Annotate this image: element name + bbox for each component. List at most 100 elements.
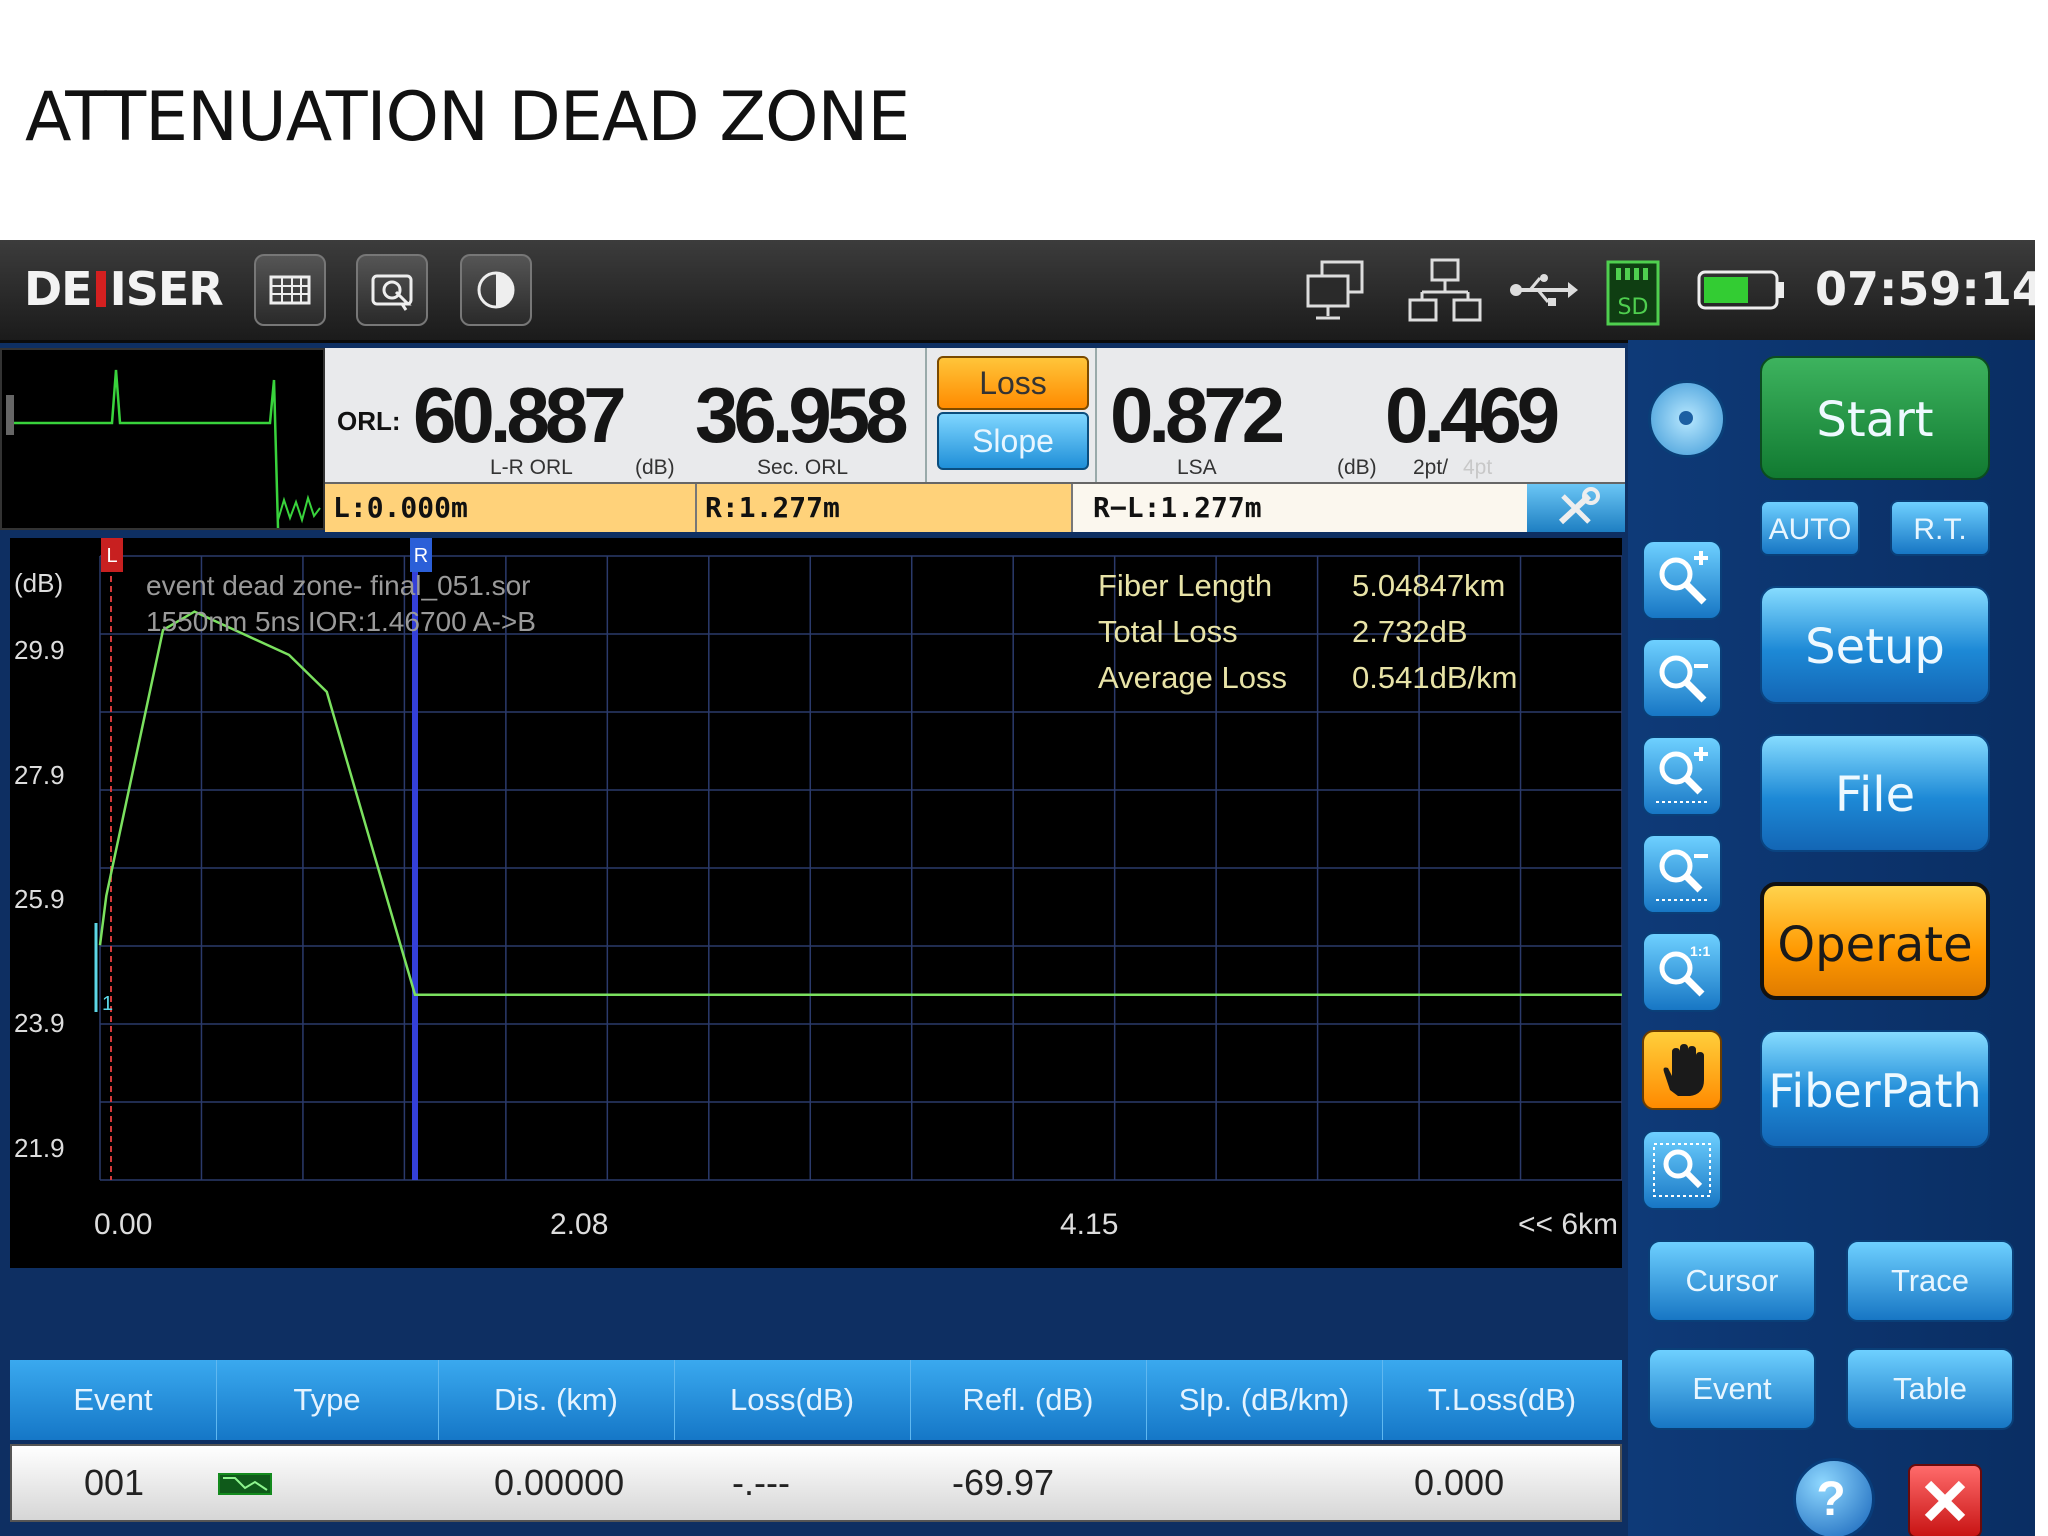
y-tick: 29.9 bbox=[14, 635, 65, 665]
trace-graph[interactable]: L R 1 (dB) 29.9 27.9 25.9 23.9 21.9 0.00… bbox=[10, 538, 1622, 1268]
cursor-l-label: L bbox=[106, 545, 117, 567]
panel-divider bbox=[925, 348, 927, 483]
tools-button[interactable] bbox=[1527, 484, 1625, 532]
info-value-total-loss: 2.732dB bbox=[1352, 614, 1468, 649]
file-button[interactable]: File bbox=[1760, 734, 1990, 852]
event-marker-label: 1 bbox=[102, 993, 113, 1015]
file-name: event dead zone- final_051.sor bbox=[146, 570, 531, 601]
setup-button[interactable]: Setup bbox=[1760, 586, 1990, 704]
zoom-area-button[interactable] bbox=[1642, 1130, 1722, 1210]
contrast-icon bbox=[477, 271, 515, 309]
col-type[interactable]: Type bbox=[216, 1360, 439, 1440]
table-row[interactable]: 001 0.00000 -.--- -69.97 0.000 bbox=[10, 1444, 1622, 1522]
event-table-header: Event Type Dis. (km) Loss(dB) Refl. (dB)… bbox=[10, 1360, 1622, 1440]
lr-orl-value: 60.887 bbox=[413, 371, 627, 459]
overview-trace[interactable] bbox=[0, 348, 325, 530]
info-value-average-loss: 0.541dB/km bbox=[1352, 660, 1518, 695]
unit-right: (dB) bbox=[1337, 456, 1377, 479]
fiberpath-button[interactable]: FiberPath bbox=[1760, 1030, 1990, 1148]
table-button[interactable]: Table bbox=[1846, 1348, 2014, 1430]
x-tick: 2.08 bbox=[550, 1208, 609, 1241]
loss-button[interactable]: Loss bbox=[937, 356, 1089, 410]
close-button[interactable] bbox=[1908, 1464, 1982, 1536]
info-label-fiber-length: Fiber Length bbox=[1098, 568, 1273, 603]
help-icon: ? bbox=[1816, 1473, 1845, 1526]
y-tick: 27.9 bbox=[14, 760, 65, 790]
sec-orl-value: 36.958 bbox=[695, 371, 909, 459]
cell-distance: 0.00000 bbox=[494, 1462, 625, 1503]
cell-refl: -69.97 bbox=[952, 1462, 1055, 1503]
info-label-total-loss: Total Loss bbox=[1098, 614, 1238, 649]
zoom-out-vertical-icon bbox=[1659, 655, 1708, 703]
col-event[interactable]: Event bbox=[10, 1360, 217, 1440]
trace-button[interactable]: Trace bbox=[1846, 1240, 2014, 1322]
cursor-rl-distance: R−L:1.277m bbox=[1073, 484, 1527, 532]
clock: 07:59:14 bbox=[1815, 262, 2035, 316]
right-control-panel: Start AUTO R.T. 1:1 Setup File Operate F… bbox=[1628, 340, 2035, 1536]
brand-logo: DE ISER bbox=[24, 262, 224, 316]
measurement-panel: ORL: 60.887 L-R ORL (dB) 36.958 Sec. ORL… bbox=[325, 348, 1625, 532]
zoom-in-horizontal-button[interactable] bbox=[1642, 736, 1722, 816]
panel-divider-2 bbox=[1095, 348, 1097, 483]
zoom-out-vertical-button[interactable] bbox=[1642, 638, 1722, 718]
screenshot-icon bbox=[371, 274, 413, 311]
zoom-reset-button[interactable]: 1:1 bbox=[1642, 932, 1722, 1012]
close-icon bbox=[1924, 1480, 1966, 1522]
usb-icon bbox=[1510, 274, 1578, 306]
contrast-button[interactable] bbox=[460, 254, 532, 326]
operate-button[interactable]: Operate bbox=[1760, 882, 1990, 1000]
unit-left: (dB) bbox=[635, 456, 675, 479]
x-tick-range[interactable]: << 6km bbox=[1518, 1208, 1618, 1242]
keyboard-button[interactable] bbox=[254, 254, 326, 326]
info-label-average-loss: Average Loss bbox=[1098, 660, 1287, 695]
svg-text:?: ? bbox=[1816, 1473, 1845, 1526]
slope-button[interactable]: Slope bbox=[937, 412, 1089, 470]
cursor-button[interactable]: Cursor bbox=[1648, 1240, 1816, 1322]
disc-icon[interactable] bbox=[1648, 380, 1726, 458]
otdr-screen: DE ISER SD 07:59:14 ORL: 60.887 L-R ORL … bbox=[0, 240, 2035, 1536]
cell-loss: -.--- bbox=[732, 1462, 790, 1503]
help-button[interactable]: ? bbox=[1793, 1458, 1875, 1536]
y-tick: 21.9 bbox=[14, 1133, 65, 1163]
sd-label: SD bbox=[1618, 295, 1649, 320]
zoom-in-vertical-button[interactable] bbox=[1642, 540, 1722, 620]
pt-label-inactive[interactable]: 4pt bbox=[1463, 456, 1492, 480]
auto-button[interactable]: AUTO bbox=[1760, 500, 1860, 556]
zoom-out-horizontal-button[interactable] bbox=[1642, 834, 1722, 914]
x-tick: 0.00 bbox=[94, 1208, 153, 1241]
y-unit-label: (dB) bbox=[14, 568, 64, 598]
start-button[interactable]: Start bbox=[1760, 356, 1990, 480]
x-tick: 4.15 bbox=[1060, 1208, 1119, 1241]
col-slope[interactable]: Slp. (dB/km) bbox=[1146, 1360, 1383, 1440]
info-value-fiber-length: 5.04847km bbox=[1352, 568, 1506, 603]
zoom-area-icon bbox=[1653, 1143, 1711, 1197]
keyboard-icon bbox=[269, 275, 311, 305]
lr-orl-label: L-R ORL bbox=[490, 456, 573, 479]
rt-button[interactable]: R.T. bbox=[1890, 500, 1990, 556]
brand-bar bbox=[95, 271, 106, 307]
screenshot-button[interactable] bbox=[356, 254, 428, 326]
brand-left: DE bbox=[24, 262, 93, 316]
brand-right: ISER bbox=[109, 262, 224, 316]
hand-icon bbox=[1663, 1044, 1704, 1096]
overview-trace-graph bbox=[6, 369, 321, 529]
zoom-in-vertical-icon bbox=[1659, 551, 1708, 605]
network-icon bbox=[1408, 258, 1482, 322]
top-bar: DE ISER SD 07:59:14 bbox=[0, 240, 2035, 343]
col-refl[interactable]: Refl. (dB) bbox=[910, 1360, 1147, 1440]
lsa-label: LSA bbox=[1177, 456, 1217, 479]
pan-button[interactable] bbox=[1642, 1030, 1722, 1110]
cell-event: 001 bbox=[84, 1462, 145, 1503]
col-loss[interactable]: Loss(dB) bbox=[674, 1360, 911, 1440]
remote-desktop-icon bbox=[1306, 260, 1364, 320]
cell-total-loss: 0.000 bbox=[1414, 1462, 1505, 1503]
sec-orl-label: Sec. ORL bbox=[757, 456, 849, 479]
pt-label-active[interactable]: 2pt/ bbox=[1413, 456, 1448, 480]
launch-event-icon bbox=[218, 1473, 272, 1495]
col-total-loss[interactable]: T.Loss(dB) bbox=[1382, 1360, 1622, 1440]
cursor-l-position: L:0.000m bbox=[325, 484, 697, 532]
col-distance[interactable]: Dis. (km) bbox=[438, 1360, 675, 1440]
slide-title: ATTENUATION DEAD ZONE bbox=[25, 78, 910, 157]
event-button[interactable]: Event bbox=[1648, 1348, 1816, 1430]
file-params: 1550nm 5ns IOR:1.46700 A->B bbox=[146, 606, 536, 637]
